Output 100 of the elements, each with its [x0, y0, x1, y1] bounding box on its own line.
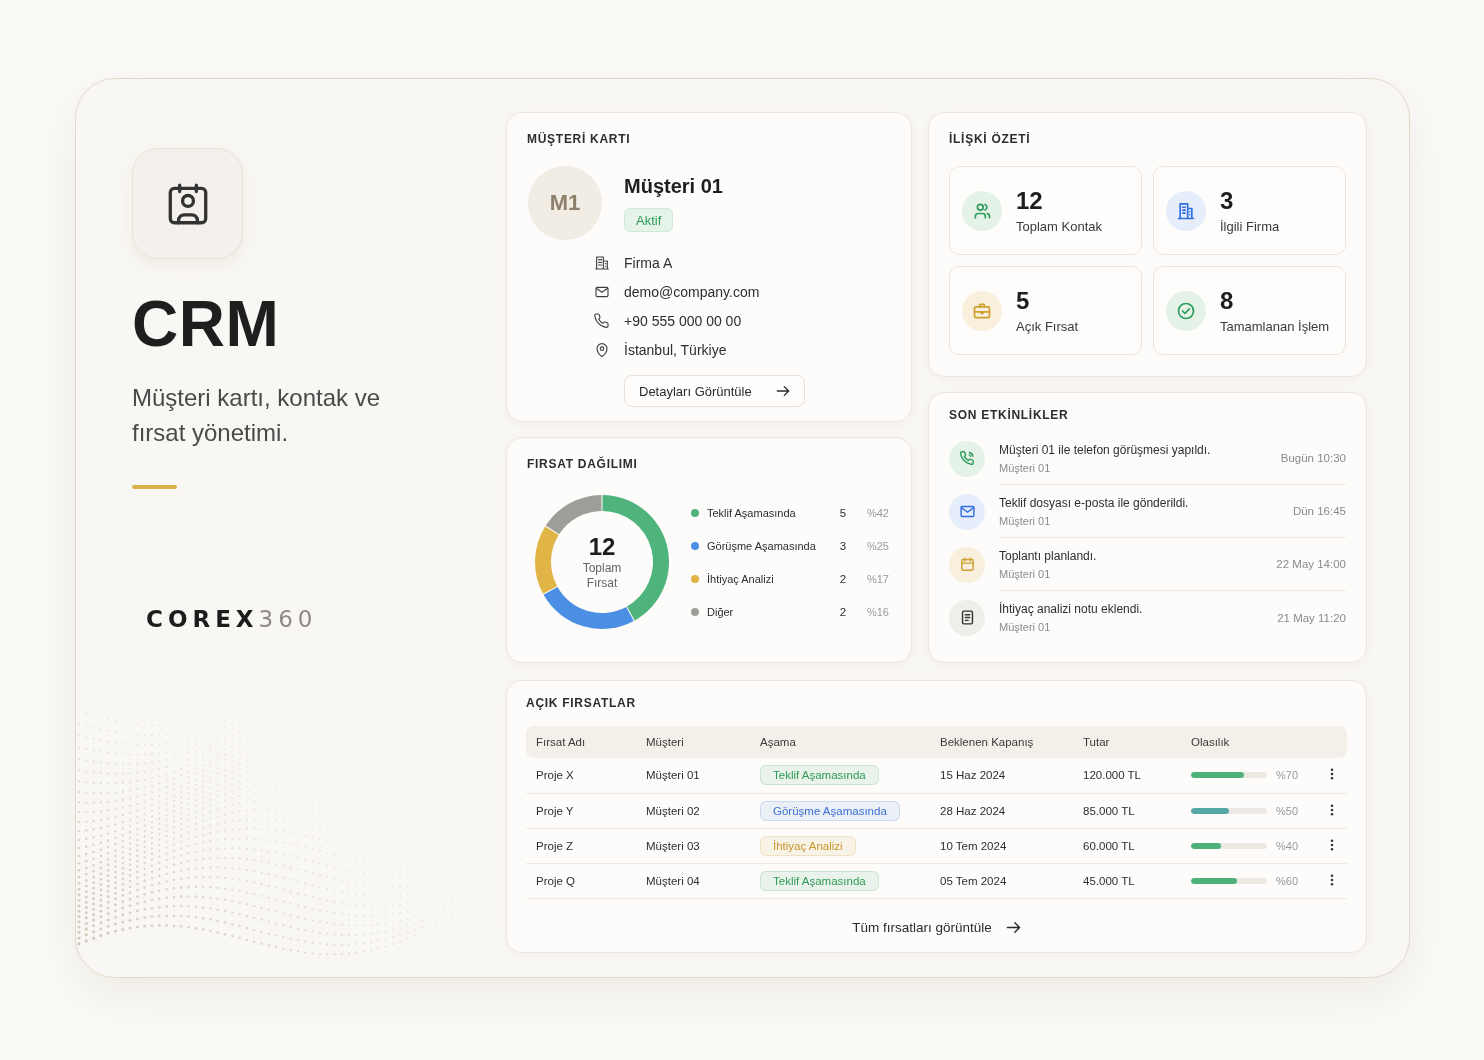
customer-name: Müşteri 01 [624, 174, 723, 199]
column-header: Aşama [750, 726, 930, 758]
stat-label: Toplam Kontak [1016, 218, 1102, 235]
activity-time: Dün 16:45 [1292, 505, 1346, 517]
status-tag: Aktif [624, 208, 674, 232]
card-title: AÇIK FIRSATLAR [526, 695, 637, 711]
table-cell: 60.000 TL [1073, 828, 1181, 863]
column-header: Fırsat Adı [526, 726, 636, 758]
check-circle-icon [1166, 290, 1206, 331]
mail-icon [949, 493, 985, 530]
contact-card-icon [132, 148, 243, 259]
activity-time: 22 May 14:00 [1276, 558, 1346, 570]
legend-label: Görüşme Aşamasında [707, 539, 817, 552]
more-options-icon[interactable] [1329, 803, 1334, 816]
legend-count: 3 [838, 539, 848, 552]
card-title: İLİŞKİ ÖZETİ [949, 131, 1032, 147]
probability-label: %40 [1276, 839, 1299, 852]
document-icon [949, 599, 985, 636]
probability-label: %60 [1276, 874, 1299, 887]
table-cell: 45.000 TL [1073, 863, 1181, 898]
table-cell: Müşteri 01 [636, 758, 750, 793]
avatar: M1 [528, 166, 602, 240]
stat-value: 5 [1016, 286, 1031, 315]
activity-time: 21 May 11:20 [1277, 611, 1346, 624]
detail-text: İstanbul, Türkiye [624, 341, 727, 358]
users-icon [962, 190, 1002, 231]
table-cell: Proje Q [526, 863, 636, 898]
view-all-link[interactable]: Tüm fırsatları görüntüle [852, 917, 1021, 938]
phone-icon [949, 440, 985, 477]
card-title: FIRSAT DAĞILIMI [527, 456, 639, 472]
table-cell: Proje Y [526, 793, 636, 828]
activity-text: İhtiyaç analizi notu eklendi. [999, 601, 1144, 617]
legend-count: 2 [838, 605, 848, 618]
column-header: Olasılık [1181, 726, 1316, 758]
legend-count: 5 [838, 506, 848, 519]
table-cell: 120.000 TL [1073, 758, 1181, 793]
table-cell: 85.000 TL [1073, 793, 1181, 828]
activity-customer: Müşteri 01 [999, 513, 1052, 528]
activity-text: Toplantı planlandı. [999, 547, 1098, 564]
probability-label: %50 [1276, 804, 1299, 817]
arrow-right-icon [775, 384, 790, 398]
more-options-icon[interactable] [1329, 838, 1334, 851]
column-header: Beklenen Kapanış [930, 726, 1073, 758]
brand-logo: COREX 360 [146, 607, 318, 631]
detail-text: +90 555 000 00 00 [624, 312, 742, 329]
stat-value: 8 [1220, 286, 1235, 315]
app-subtitle: Müşteri kartı, kontak ve fırsat yönetimi. [132, 383, 382, 448]
legend-percent: %16 [865, 605, 889, 618]
legend-label: Teklif Aşamasında [707, 506, 797, 519]
legend-percent: %42 [865, 506, 889, 519]
card-title: SON ETKİNLİKLER [949, 407, 1070, 423]
legend-count: 2 [838, 572, 848, 585]
table-cell: 28 Haz 2024 [930, 793, 1073, 828]
detail-text: demo@company.com [624, 283, 760, 300]
building-icon [594, 254, 610, 271]
phone-icon [594, 312, 610, 329]
stat-label: Açık Fırsat [1016, 318, 1079, 335]
arrow-right-icon [1005, 920, 1021, 935]
stage-tag: Görüşme Aşamasında [760, 800, 900, 821]
legend-percent: %25 [865, 539, 889, 552]
app-title: CRM [132, 292, 280, 356]
stage-tag: Teklif Aşamasında [760, 870, 879, 891]
calendar-icon [949, 546, 985, 583]
legend-label: Diğer [707, 605, 735, 618]
table-cell: 05 Tem 2024 [930, 863, 1073, 898]
total-value: 12 [588, 533, 616, 561]
column-header: Tutar [1073, 726, 1181, 758]
table-cell: 15 Haz 2024 [930, 758, 1073, 793]
table-cell: 10 Tem 2024 [930, 828, 1073, 863]
stage-tag: Teklif Aşamasında [760, 765, 879, 786]
stat-value: 3 [1220, 186, 1235, 215]
activity-customer: Müşteri 01 [999, 460, 1052, 475]
card-title: MÜŞTERİ KARTI [527, 131, 632, 147]
activity-text: Teklif dosyası e-posta ile gönderildi. [999, 494, 1190, 511]
table-cell: Proje X [526, 758, 636, 793]
legend-label: İhtiyaç Analizi [707, 572, 775, 585]
stage-tag: İhtiyaç Analizi [760, 835, 856, 856]
detail-text: Firma A [624, 254, 673, 271]
column-header: Müşteri [636, 726, 750, 758]
table-cell: Proje Z [526, 828, 636, 863]
activity-text: Müşteri 01 ile telefon görüşmesi yapıldı. [999, 441, 1212, 458]
stat-label: Tamamlanan İşlem [1220, 318, 1330, 335]
table-cell: Müşteri 03 [636, 828, 750, 863]
table-cell: Müşteri 02 [636, 793, 750, 828]
view-details-button[interactable]: Detayları Görüntüle [624, 375, 805, 407]
briefcase-icon [962, 290, 1002, 331]
table-cell: Müşteri 04 [636, 863, 750, 898]
probability-label: %70 [1276, 769, 1299, 782]
legend-percent: %17 [865, 572, 889, 585]
stat-value: 12 [1016, 186, 1044, 215]
activity-customer: Müşteri 01 [999, 566, 1052, 581]
accent-line [132, 485, 177, 489]
more-options-icon[interactable] [1329, 768, 1334, 781]
activity-time: Bugün 10:30 [1280, 452, 1346, 464]
building-icon [1166, 190, 1206, 231]
activity-customer: Müşteri 01 [999, 620, 1052, 634]
map-pin-icon [594, 341, 610, 358]
stat-label: İlgili Firma [1220, 218, 1280, 235]
more-options-icon[interactable] [1329, 873, 1334, 886]
total-label: Toplam Fırsat [581, 561, 623, 591]
